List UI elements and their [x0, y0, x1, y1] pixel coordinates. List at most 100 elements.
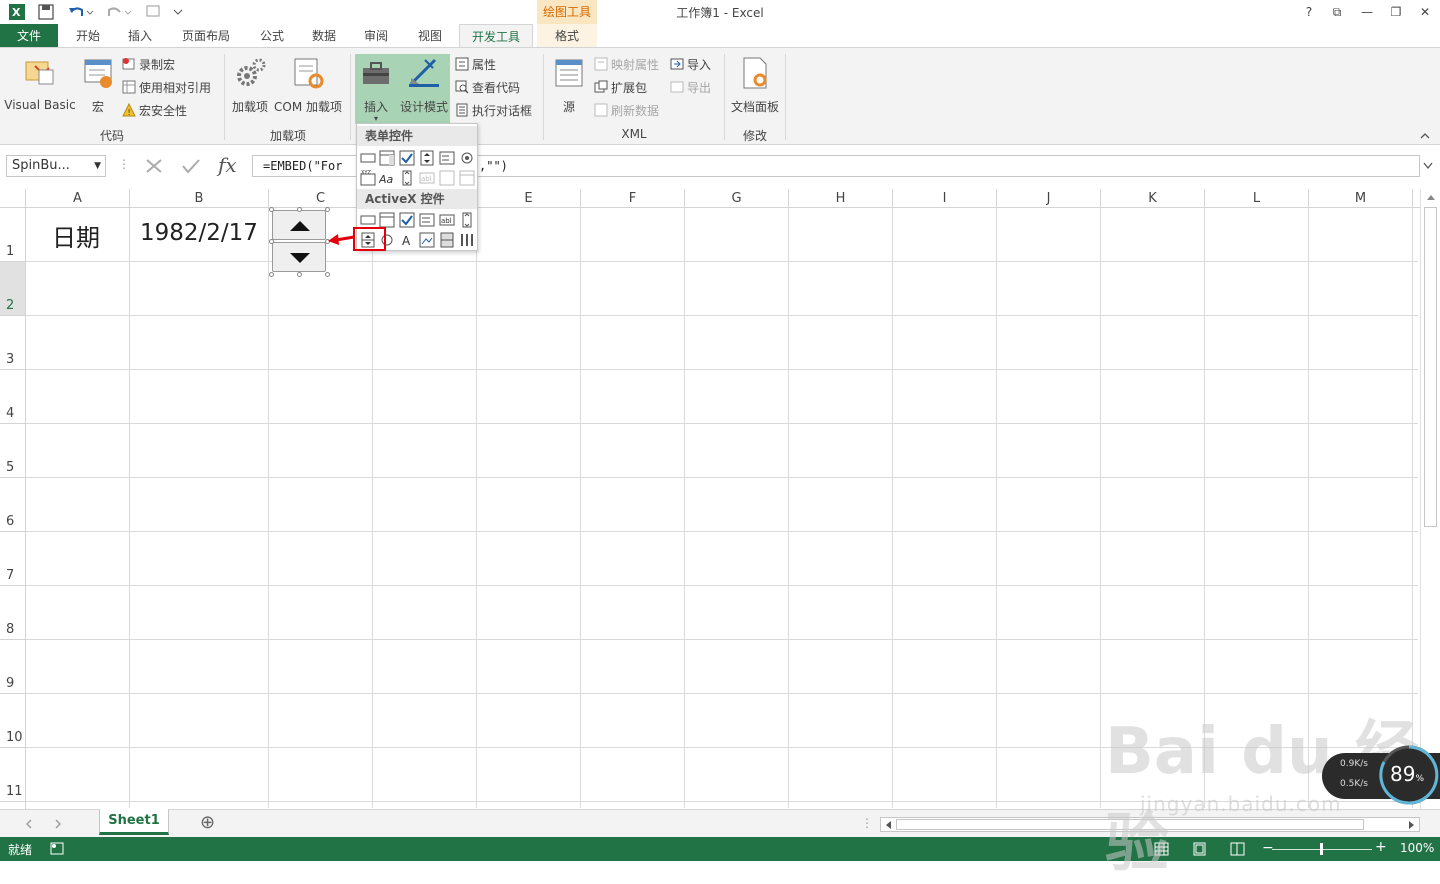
activex-button-icon[interactable] [360, 212, 376, 228]
macro-recording-icon[interactable] [50, 842, 66, 856]
resize-handle[interactable] [325, 207, 330, 212]
tab-data[interactable]: 数据 [302, 24, 346, 48]
cancel-icon[interactable] [144, 157, 164, 175]
activex-text-box-icon[interactable]: abl [439, 212, 455, 228]
tab-home[interactable]: 开始 [66, 24, 110, 48]
spin-down-button[interactable] [272, 242, 326, 272]
form-scroll-bar-icon[interactable] [399, 170, 415, 186]
activex-toggle-button-icon[interactable] [439, 232, 455, 248]
row-header[interactable]: 3 [0, 316, 26, 370]
ribbon-display-button[interactable]: ⧉ [1326, 2, 1348, 22]
help-button[interactable]: ? [1298, 2, 1320, 22]
tab-format[interactable]: 格式 [537, 24, 597, 48]
cell-b1[interactable]: 1982/2/17 [140, 220, 258, 246]
activex-scroll-bar-icon[interactable] [459, 212, 475, 228]
activex-checkbox-icon[interactable] [399, 212, 415, 228]
row-header[interactable]: 8 [0, 586, 26, 640]
expansion-packs-button[interactable]: 扩展包 [594, 78, 647, 98]
form-spin-button-icon[interactable] [419, 150, 435, 166]
row-header[interactable]: 10 [0, 694, 26, 748]
column-header[interactable]: M [1309, 189, 1413, 208]
tab-developer[interactable]: 开发工具 [459, 24, 533, 48]
column-header[interactable]: L [1205, 189, 1309, 208]
insert-controls-button[interactable]: 插入 ▾ [357, 56, 395, 123]
cell-a1[interactable]: 日期 [52, 218, 100, 253]
activex-more-controls-icon[interactable] [459, 232, 475, 248]
form-option-button-icon[interactable] [459, 150, 475, 166]
sheet-tab-sheet1[interactable]: Sheet1 [99, 809, 169, 835]
resize-handle[interactable] [269, 272, 274, 277]
column-header[interactable]: K [1101, 189, 1205, 208]
column-header[interactable]: B [130, 189, 269, 208]
expand-formula-bar-icon[interactable] [1422, 161, 1434, 171]
resize-handle[interactable] [269, 207, 274, 212]
form-combo-dropdown-icon[interactable] [459, 170, 475, 186]
document-panel-button[interactable]: 文档面板 [729, 56, 781, 115]
xml-source-button[interactable]: 源 [551, 56, 587, 115]
spin-button-control[interactable] [269, 207, 330, 277]
scroll-tabs-left-icon[interactable] [25, 819, 33, 829]
column-header[interactable]: I [893, 189, 997, 208]
row-header[interactable]: 5 [0, 424, 26, 478]
tab-insert[interactable]: 插入 [118, 24, 162, 48]
resize-handle[interactable] [269, 239, 274, 244]
scroll-tabs-right-icon[interactable] [54, 819, 62, 829]
form-checkbox-icon[interactable] [399, 150, 415, 166]
addins-button[interactable]: 加载项 [230, 56, 270, 115]
resize-handle[interactable] [297, 207, 302, 212]
scroll-left-icon[interactable] [884, 821, 892, 829]
form-group-box-icon[interactable]: XYZ [360, 170, 376, 186]
xml-export-button[interactable]: 导出 [670, 78, 711, 98]
properties-button[interactable]: 属性 [455, 55, 496, 75]
macros-button[interactable]: 宏 [80, 56, 116, 115]
record-macro-button[interactable]: 录制宏 [122, 55, 175, 75]
resize-handle[interactable] [325, 272, 330, 277]
tab-page-layout[interactable]: 页面布局 [172, 24, 240, 48]
form-label-icon[interactable]: Aa [379, 170, 395, 186]
tab-review[interactable]: 审阅 [354, 24, 398, 48]
tab-formulas[interactable]: 公式 [250, 24, 294, 48]
column-header[interactable]: H [789, 189, 893, 208]
minimize-button[interactable]: — [1356, 2, 1378, 22]
map-properties-button[interactable]: 映射属性 [594, 55, 659, 75]
row-header[interactable]: 9 [0, 640, 26, 694]
column-header[interactable]: E [477, 189, 581, 208]
row-header[interactable]: 4 [0, 370, 26, 424]
insert-function-icon[interactable]: fx [218, 153, 237, 177]
form-text-field-icon[interactable]: abl [419, 170, 435, 186]
chevron-down-icon[interactable]: ▼ [94, 156, 101, 176]
form-combo-list-icon[interactable] [439, 170, 455, 186]
column-header[interactable]: G [685, 189, 789, 208]
collapse-ribbon-icon[interactable] [1419, 130, 1431, 140]
form-button-icon[interactable] [360, 150, 376, 166]
enter-check-icon[interactable] [181, 157, 201, 175]
close-button[interactable]: ✕ [1414, 2, 1436, 22]
form-combo-box-icon[interactable] [379, 150, 395, 166]
column-header[interactable]: A [26, 189, 130, 208]
tab-view[interactable]: 视图 [408, 24, 452, 48]
column-header[interactable]: J [997, 189, 1101, 208]
spin-up-button[interactable] [272, 210, 326, 240]
add-sheet-icon[interactable]: ⊕ [200, 812, 215, 833]
relative-reference-button[interactable]: 使用相对引用 [122, 78, 211, 98]
row-header[interactable]: 7 [0, 532, 26, 586]
scrollbar-thumb[interactable] [1424, 207, 1437, 527]
name-box[interactable]: SpinBu... ▼ [6, 155, 106, 177]
view-code-button[interactable]: 查看代码 [455, 78, 520, 98]
activex-combo-box-icon[interactable] [379, 212, 395, 228]
design-mode-button[interactable]: 设计模式 [398, 56, 450, 115]
activex-image-icon[interactable] [419, 232, 435, 248]
scroll-up-icon[interactable] [1426, 193, 1436, 201]
row-header[interactable]: 2 [0, 262, 26, 316]
com-addins-button[interactable]: COM 加载项 [272, 56, 344, 115]
restore-button[interactable]: ❐ [1385, 2, 1407, 22]
formula-bar-splitter-icon[interactable]: ⋮ [118, 157, 130, 171]
tab-splitter-icon[interactable]: ⋮ [861, 816, 873, 830]
run-dialog-button[interactable]: 执行对话框 [455, 101, 532, 121]
row-header[interactable]: 6 [0, 478, 26, 532]
form-list-box-icon[interactable] [439, 150, 455, 166]
tab-file[interactable]: 文件 [0, 24, 58, 48]
activex-list-box-icon[interactable] [419, 212, 435, 228]
select-all-corner[interactable] [0, 189, 26, 208]
column-header[interactable]: F [581, 189, 685, 208]
